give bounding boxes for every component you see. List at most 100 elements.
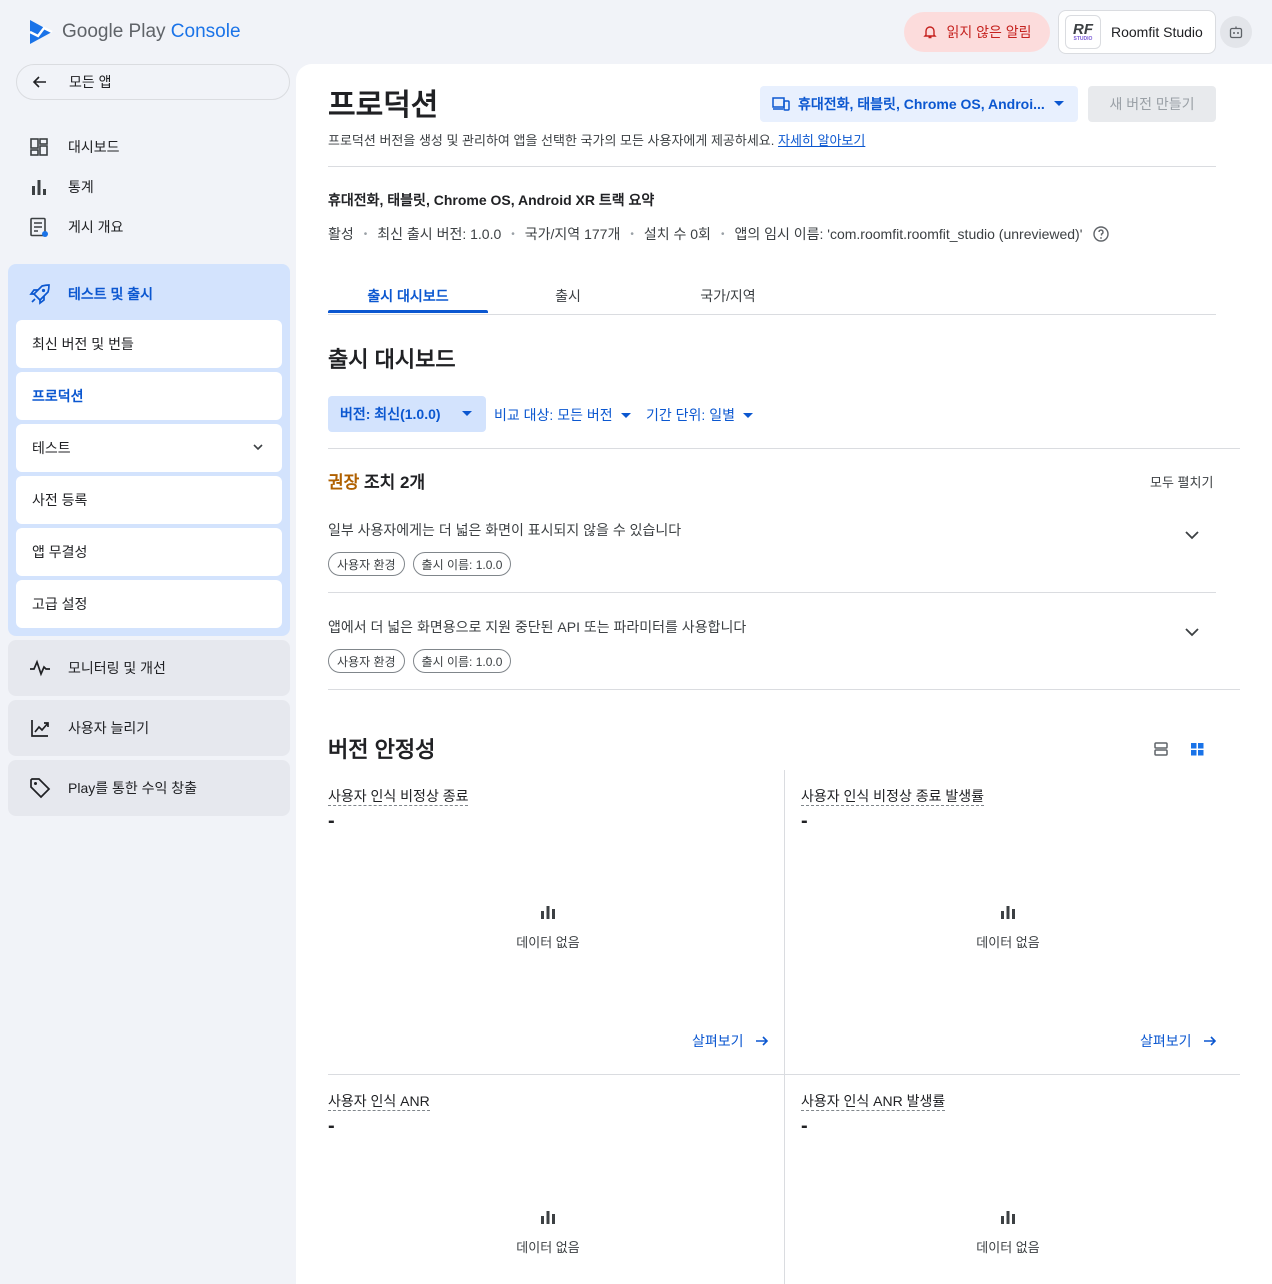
bar-chart-icon [32, 180, 46, 195]
dropdown-arrow-icon [742, 412, 753, 418]
sidebar-subitem-label: 프로덕션 [32, 388, 84, 404]
description-text: 프로덕션 버전을 생성 및 관리하여 앱을 선택한 국가의 모든 사용자에게 제… [328, 133, 775, 148]
account-name: Roomfit Studio [1111, 24, 1203, 40]
account-badge-sub: STUDIO [1073, 36, 1093, 42]
play-console-logo-icon [29, 20, 53, 44]
sidebar-item-statistics[interactable]: 통계 [28, 176, 94, 198]
dashboard-icon [30, 138, 48, 156]
sidebar-subitem-production[interactable]: 프로덕션 [16, 372, 282, 420]
no-data-label: 데이터 없음 [516, 1240, 580, 1255]
page-description: 프로덕션 버전을 생성 및 관리하여 앱을 선택한 국가의 모든 사용자에게 제… [328, 130, 865, 149]
metric-label[interactable]: 사용자 인식 ANR 발생률 [801, 1093, 946, 1111]
no-data-placeholder: 데이터 없음 [948, 904, 1068, 951]
metric-label[interactable]: 사용자 인식 비정상 종료 발생률 [801, 788, 984, 806]
expand-all-button[interactable]: 모두 펼치기 [1150, 472, 1213, 491]
metric-card: 사용자 인식 ANR [328, 1091, 430, 1111]
release-name-chip: 출시 이름: 1.0.0 [412, 649, 512, 673]
device-type-selector[interactable]: 휴대전화, 태블릿, Chrome OS, Androi... [760, 86, 1078, 122]
countries-count-text: 국가/지역 177개 [524, 226, 621, 242]
grid-divider [328, 1074, 1240, 1075]
sidebar-group-test-release: 테스트 및 출시 최신 버전 및 번들 프로덕션 테스트 사전 등록 앱 무결성… [8, 264, 290, 636]
sidebar-subitem-latest-bundles[interactable]: 최신 버전 및 번들 [16, 320, 282, 368]
sidebar-subitem-label: 앱 무결성 [32, 544, 88, 560]
divider [328, 166, 1216, 167]
logo-text: Google Play [62, 21, 166, 42]
sidebar-item-test-release[interactable]: 테스트 및 출시 [28, 282, 153, 306]
divider [328, 592, 1216, 593]
no-data-label: 데이터 없음 [976, 1240, 1040, 1255]
all-apps-label: 모든 앱 [69, 74, 112, 90]
recommendation-chips: 사용자 환경 출시 이름: 1.0.0 [328, 649, 512, 673]
sidebar-item-monitor-improve[interactable]: 모니터링 및 개선 [8, 640, 290, 696]
metric-card: 사용자 인식 비정상 종료 발생률 [801, 786, 984, 806]
metric-card: 사용자 인식 비정상 종료 [328, 786, 469, 806]
pulse-icon [30, 659, 50, 677]
explore-link[interactable]: 살펴보기 [1140, 1031, 1218, 1051]
growth-icon [31, 720, 49, 737]
sidebar-item-grow-users[interactable]: 사용자 늘리기 [8, 700, 290, 756]
create-new-version-button[interactable]: 새 버전 만들기 [1088, 86, 1216, 122]
sidebar-group-label: 테스트 및 출시 [68, 286, 154, 302]
explore-link[interactable]: 살펴보기 [692, 1031, 770, 1051]
chevron-down-icon [253, 444, 263, 451]
sidebar-subitem-testing[interactable]: 테스트 [16, 424, 282, 472]
grid-view-icon[interactable] [1188, 740, 1206, 758]
metric-value: - [328, 810, 335, 832]
account-switcher[interactable]: RF STUDIO Roomfit Studio [1058, 10, 1216, 54]
page-title: 프로덕션 [328, 89, 439, 122]
compare-filter[interactable]: 비교 대상: 모든 버전 [494, 405, 631, 425]
no-data-placeholder: 데이터 없음 [488, 1209, 608, 1256]
chevron-down-icon[interactable] [1182, 625, 1202, 639]
support-button[interactable] [1220, 16, 1252, 48]
learn-more-link[interactable]: 자세히 알아보기 [778, 133, 865, 148]
metric-value: - [801, 810, 808, 832]
device-selector-label: 휴대전화, 태블릿, Chrome OS, Androi... [798, 96, 1045, 112]
category-chip: 사용자 환경 [328, 552, 405, 576]
unread-notifications-button[interactable]: 읽지 않은 알림 [904, 12, 1050, 52]
category-chip: 사용자 환경 [328, 649, 405, 673]
recommendations-title-suffix: 조치 2개 [364, 473, 426, 492]
recommendation-text[interactable]: 일부 사용자에게는 더 넓은 화면이 표시되지 않을 수 있습니다 [328, 520, 681, 540]
arrow-back-icon [32, 76, 46, 88]
tab-countries[interactable]: 국가/지역 [648, 286, 808, 306]
recommendation-text[interactable]: 앱에서 더 넓은 화면용으로 지원 중단된 API 또는 파라미터를 사용합니다 [328, 617, 746, 637]
all-apps-button[interactable]: 모든 앱 [16, 64, 290, 100]
tabs-divider [328, 314, 1216, 315]
tab-release-dashboard[interactable]: 출시 대시보드 [328, 286, 488, 306]
play-console-logo[interactable]: Google Play Console [28, 18, 241, 46]
dropdown-arrow-icon [1054, 101, 1064, 106]
chevron-down-icon[interactable] [1182, 528, 1202, 542]
sidebar-item-dashboard[interactable]: 대시보드 [28, 136, 120, 158]
sidebar-subitem-advanced-settings[interactable]: 고급 설정 [16, 580, 282, 628]
no-data-placeholder: 데이터 없음 [488, 904, 608, 951]
metric-value: - [801, 1115, 808, 1137]
publish-overview-icon [30, 217, 48, 237]
sidebar-item-monetize[interactable]: Play를 통한 수익 창출 [8, 760, 290, 816]
main-content: 프로덕션 휴대전화, 태블릿, Chrome OS, Androi... 새 버… [296, 64, 1272, 1284]
track-summary-meta: 활성 • 최신 출시 버전: 1.0.0 • 국가/지역 177개 • 설치 수 0회… [328, 224, 1110, 244]
list-view-icon[interactable] [1152, 740, 1170, 758]
bar-chart-icon [1001, 906, 1015, 919]
devices-icon [772, 97, 790, 111]
sidebar-subitem-label: 테스트 [32, 440, 71, 456]
sidebar-item-label: 모니터링 및 개선 [68, 660, 166, 676]
dropdown-arrow-icon [620, 412, 631, 418]
version-filter[interactable]: 버전: 최신(1.0.0) [328, 396, 486, 432]
notifications-label: 읽지 않은 알림 [946, 24, 1032, 40]
sidebar-item-publishing-overview[interactable]: 게시 개요 [28, 216, 123, 238]
help-icon[interactable] [1092, 225, 1110, 243]
installs-text: 설치 수 0회 [643, 226, 711, 242]
top-bar: Google Play Console 읽지 않은 알림 RF STUDIO Ro… [0, 0, 1272, 64]
bar-chart-icon [541, 906, 555, 919]
sidebar-item-label: 사용자 늘리기 [68, 720, 150, 736]
active-tab-indicator [328, 310, 488, 313]
metric-value: - [328, 1115, 335, 1137]
sidebar-subitem-app-integrity[interactable]: 앱 무결성 [16, 528, 282, 576]
tab-releases[interactable]: 출시 [488, 286, 648, 306]
sidebar-subitem-pre-registration[interactable]: 사전 등록 [16, 476, 282, 524]
sidebar-subitem-label: 고급 설정 [32, 596, 88, 612]
metric-label[interactable]: 사용자 인식 ANR [328, 1093, 430, 1111]
metric-label[interactable]: 사용자 인식 비정상 종료 [328, 788, 469, 806]
arrow-forward-icon [755, 1036, 768, 1046]
period-filter[interactable]: 기간 단위: 일별 [646, 405, 753, 425]
